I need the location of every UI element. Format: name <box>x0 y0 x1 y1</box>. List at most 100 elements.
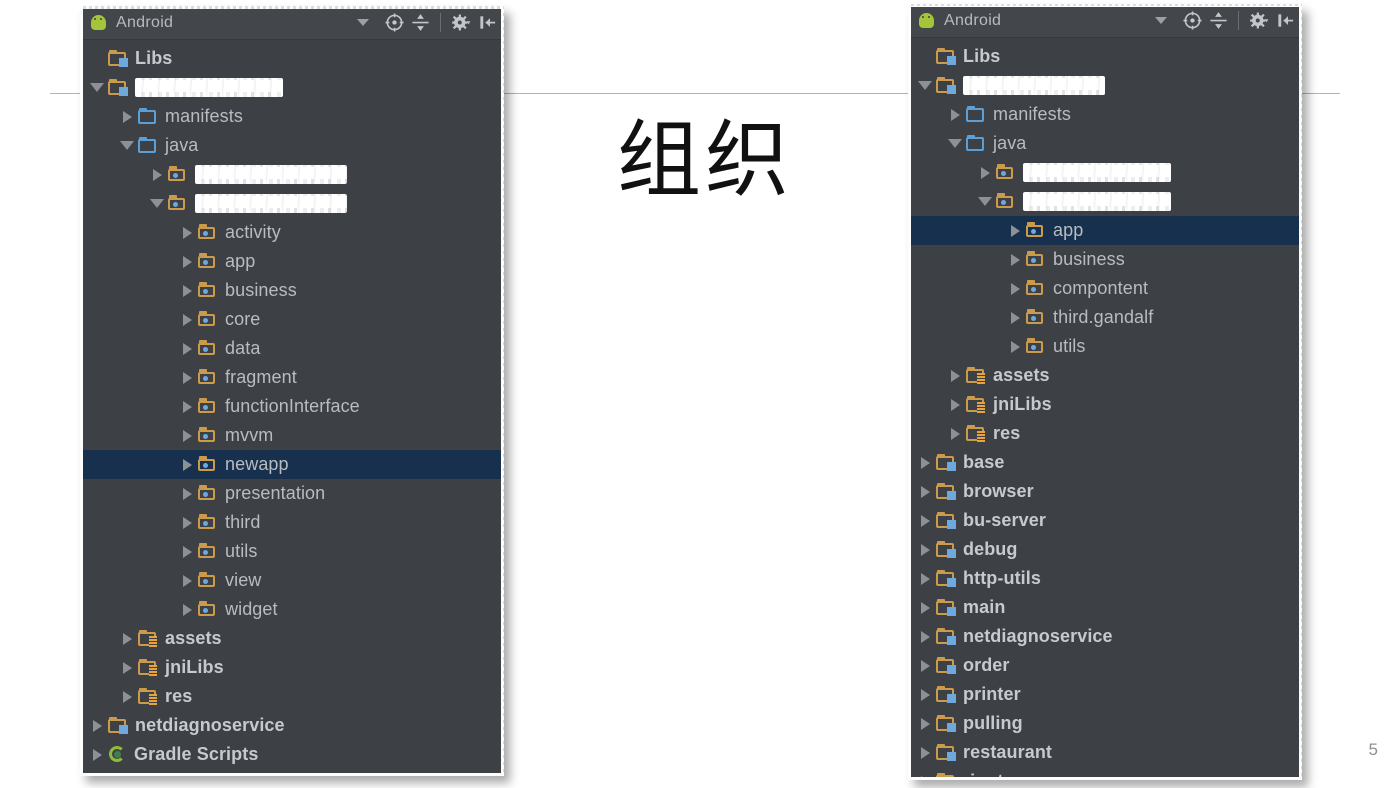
tree-expand-arrow-right-icon[interactable] <box>914 747 936 759</box>
tree-expand-arrow-right-icon[interactable] <box>176 227 198 239</box>
tree-expand-arrow-right-icon[interactable] <box>944 109 966 121</box>
tree-row[interactable]: main <box>908 593 1302 622</box>
tree-row[interactable]: data <box>80 334 504 363</box>
tree-row[interactable]: ringtone <box>908 767 1302 780</box>
tree-row[interactable]: browser <box>908 477 1302 506</box>
tree-expand-arrow-right-icon[interactable] <box>86 749 108 761</box>
tree-row[interactable]: pulling <box>908 709 1302 738</box>
tree-expand-arrow-right-icon[interactable] <box>176 314 198 326</box>
tree-expand-arrow-down-icon[interactable] <box>146 199 168 208</box>
tree-expand-arrow-right-icon[interactable] <box>914 573 936 585</box>
tree-row[interactable]: bu-server <box>908 506 1302 535</box>
tree-expand-arrow-right-icon[interactable] <box>914 544 936 556</box>
tree-expand-arrow-right-icon[interactable] <box>944 428 966 440</box>
tree-expand-arrow-right-icon[interactable] <box>116 111 138 123</box>
tree-row[interactable]: mvvm <box>80 421 504 450</box>
gear-icon[interactable] <box>448 10 474 36</box>
tree-row[interactable]: utils <box>80 537 504 566</box>
tree-row[interactable]: res <box>908 419 1302 448</box>
tree-expand-arrow-right-icon[interactable] <box>176 401 198 413</box>
tree-row[interactable]: jniLibs <box>80 653 504 682</box>
tree-expand-arrow-right-icon[interactable] <box>914 602 936 614</box>
tree-row[interactable] <box>80 73 504 102</box>
tree-row[interactable]: Gradle Scripts <box>80 740 504 769</box>
tree-row[interactable]: printer <box>908 680 1302 709</box>
tree-row[interactable]: http-utils <box>908 564 1302 593</box>
tree-row[interactable] <box>908 158 1302 187</box>
tree-expand-arrow-right-icon[interactable] <box>1004 225 1026 237</box>
tree-expand-arrow-right-icon[interactable] <box>176 343 198 355</box>
tree-row[interactable]: activity <box>80 218 504 247</box>
locate-icon[interactable] <box>1179 8 1205 34</box>
tree-expand-arrow-right-icon[interactable] <box>176 430 198 442</box>
tree-expand-arrow-down-icon[interactable] <box>974 197 996 206</box>
tree-row[interactable]: fragment <box>80 363 504 392</box>
tree-expand-arrow-right-icon[interactable] <box>1004 312 1026 324</box>
project-tree-right[interactable]: Libsmanifestsjavaappbusinesscompontentth… <box>908 38 1302 780</box>
tree-expand-arrow-right-icon[interactable] <box>146 169 168 181</box>
tree-row[interactable]: manifests <box>908 100 1302 129</box>
tree-expand-arrow-right-icon[interactable] <box>914 486 936 498</box>
tree-expand-arrow-right-icon[interactable] <box>1004 254 1026 266</box>
tree-row[interactable]: assets <box>908 361 1302 390</box>
tree-expand-arrow-right-icon[interactable] <box>116 633 138 645</box>
tree-row[interactable]: business <box>80 276 504 305</box>
tree-row[interactable]: assets <box>80 624 504 653</box>
project-tree-left[interactable]: Libs manifestsjava activityappbusinesscore… <box>80 40 504 776</box>
tree-expand-arrow-right-icon[interactable] <box>1004 341 1026 353</box>
tree-expand-arrow-right-icon[interactable] <box>914 515 936 527</box>
tree-expand-arrow-right-icon[interactable] <box>176 488 198 500</box>
tree-row[interactable]: restaurant <box>908 738 1302 767</box>
tree-expand-arrow-down-icon[interactable] <box>116 141 138 150</box>
tree-expand-arrow-right-icon[interactable] <box>914 718 936 730</box>
tree-row[interactable] <box>908 187 1302 216</box>
tree-expand-arrow-right-icon[interactable] <box>176 546 198 558</box>
tree-row[interactable]: compontent <box>908 274 1302 303</box>
tree-row[interactable]: Libs <box>80 44 504 73</box>
tree-row[interactable]: manifests <box>80 102 504 131</box>
tree-expand-arrow-right-icon[interactable] <box>974 167 996 179</box>
hide-icon[interactable] <box>474 10 500 36</box>
tree-row[interactable]: app <box>80 247 504 276</box>
tree-expand-arrow-right-icon[interactable] <box>914 660 936 672</box>
tree-row[interactable]: view <box>80 566 504 595</box>
tree-expand-arrow-right-icon[interactable] <box>116 691 138 703</box>
tree-expand-arrow-right-icon[interactable] <box>176 256 198 268</box>
locate-icon[interactable] <box>381 10 407 36</box>
tree-expand-arrow-right-icon[interactable] <box>914 689 936 701</box>
tree-expand-arrow-right-icon[interactable] <box>1004 283 1026 295</box>
tree-row[interactable] <box>80 160 504 189</box>
tree-row[interactable]: core <box>80 305 504 334</box>
tree-expand-arrow-right-icon[interactable] <box>176 575 198 587</box>
tree-row[interactable]: base <box>908 448 1302 477</box>
tree-row[interactable]: java <box>908 129 1302 158</box>
tree-row[interactable]: third <box>80 508 504 537</box>
tree-row[interactable]: res <box>80 682 504 711</box>
tree-expand-arrow-right-icon[interactable] <box>914 457 936 469</box>
tree-row[interactable]: netdiagnoservice <box>80 711 504 740</box>
tree-row[interactable] <box>908 71 1302 100</box>
tree-row[interactable]: third.gandalf <box>908 303 1302 332</box>
tree-expand-arrow-down-icon[interactable] <box>86 83 108 92</box>
tree-row[interactable] <box>80 189 504 218</box>
tree-expand-arrow-right-icon[interactable] <box>176 372 198 384</box>
tree-expand-arrow-down-icon[interactable] <box>914 81 936 90</box>
tree-expand-arrow-right-icon[interactable] <box>176 285 198 297</box>
tree-expand-arrow-right-icon[interactable] <box>116 662 138 674</box>
collapse-all-icon[interactable] <box>407 10 433 36</box>
tree-row[interactable]: utils <box>908 332 1302 361</box>
tree-row[interactable]: app <box>908 216 1302 245</box>
tree-expand-arrow-right-icon[interactable] <box>176 517 198 529</box>
tree-row[interactable]: newapp <box>80 450 504 479</box>
tree-row[interactable]: functionInterface <box>80 392 504 421</box>
tree-expand-arrow-down-icon[interactable] <box>944 139 966 148</box>
tree-row[interactable]: java <box>80 131 504 160</box>
tree-expand-arrow-right-icon[interactable] <box>944 370 966 382</box>
tree-row[interactable]: widget <box>80 595 504 624</box>
tree-expand-arrow-right-icon[interactable] <box>914 776 936 781</box>
chevron-down-icon[interactable] <box>357 19 369 26</box>
tree-expand-arrow-right-icon[interactable] <box>914 631 936 643</box>
gear-icon[interactable] <box>1246 8 1272 34</box>
chevron-down-icon[interactable] <box>1155 17 1167 24</box>
tree-expand-arrow-right-icon[interactable] <box>86 720 108 732</box>
